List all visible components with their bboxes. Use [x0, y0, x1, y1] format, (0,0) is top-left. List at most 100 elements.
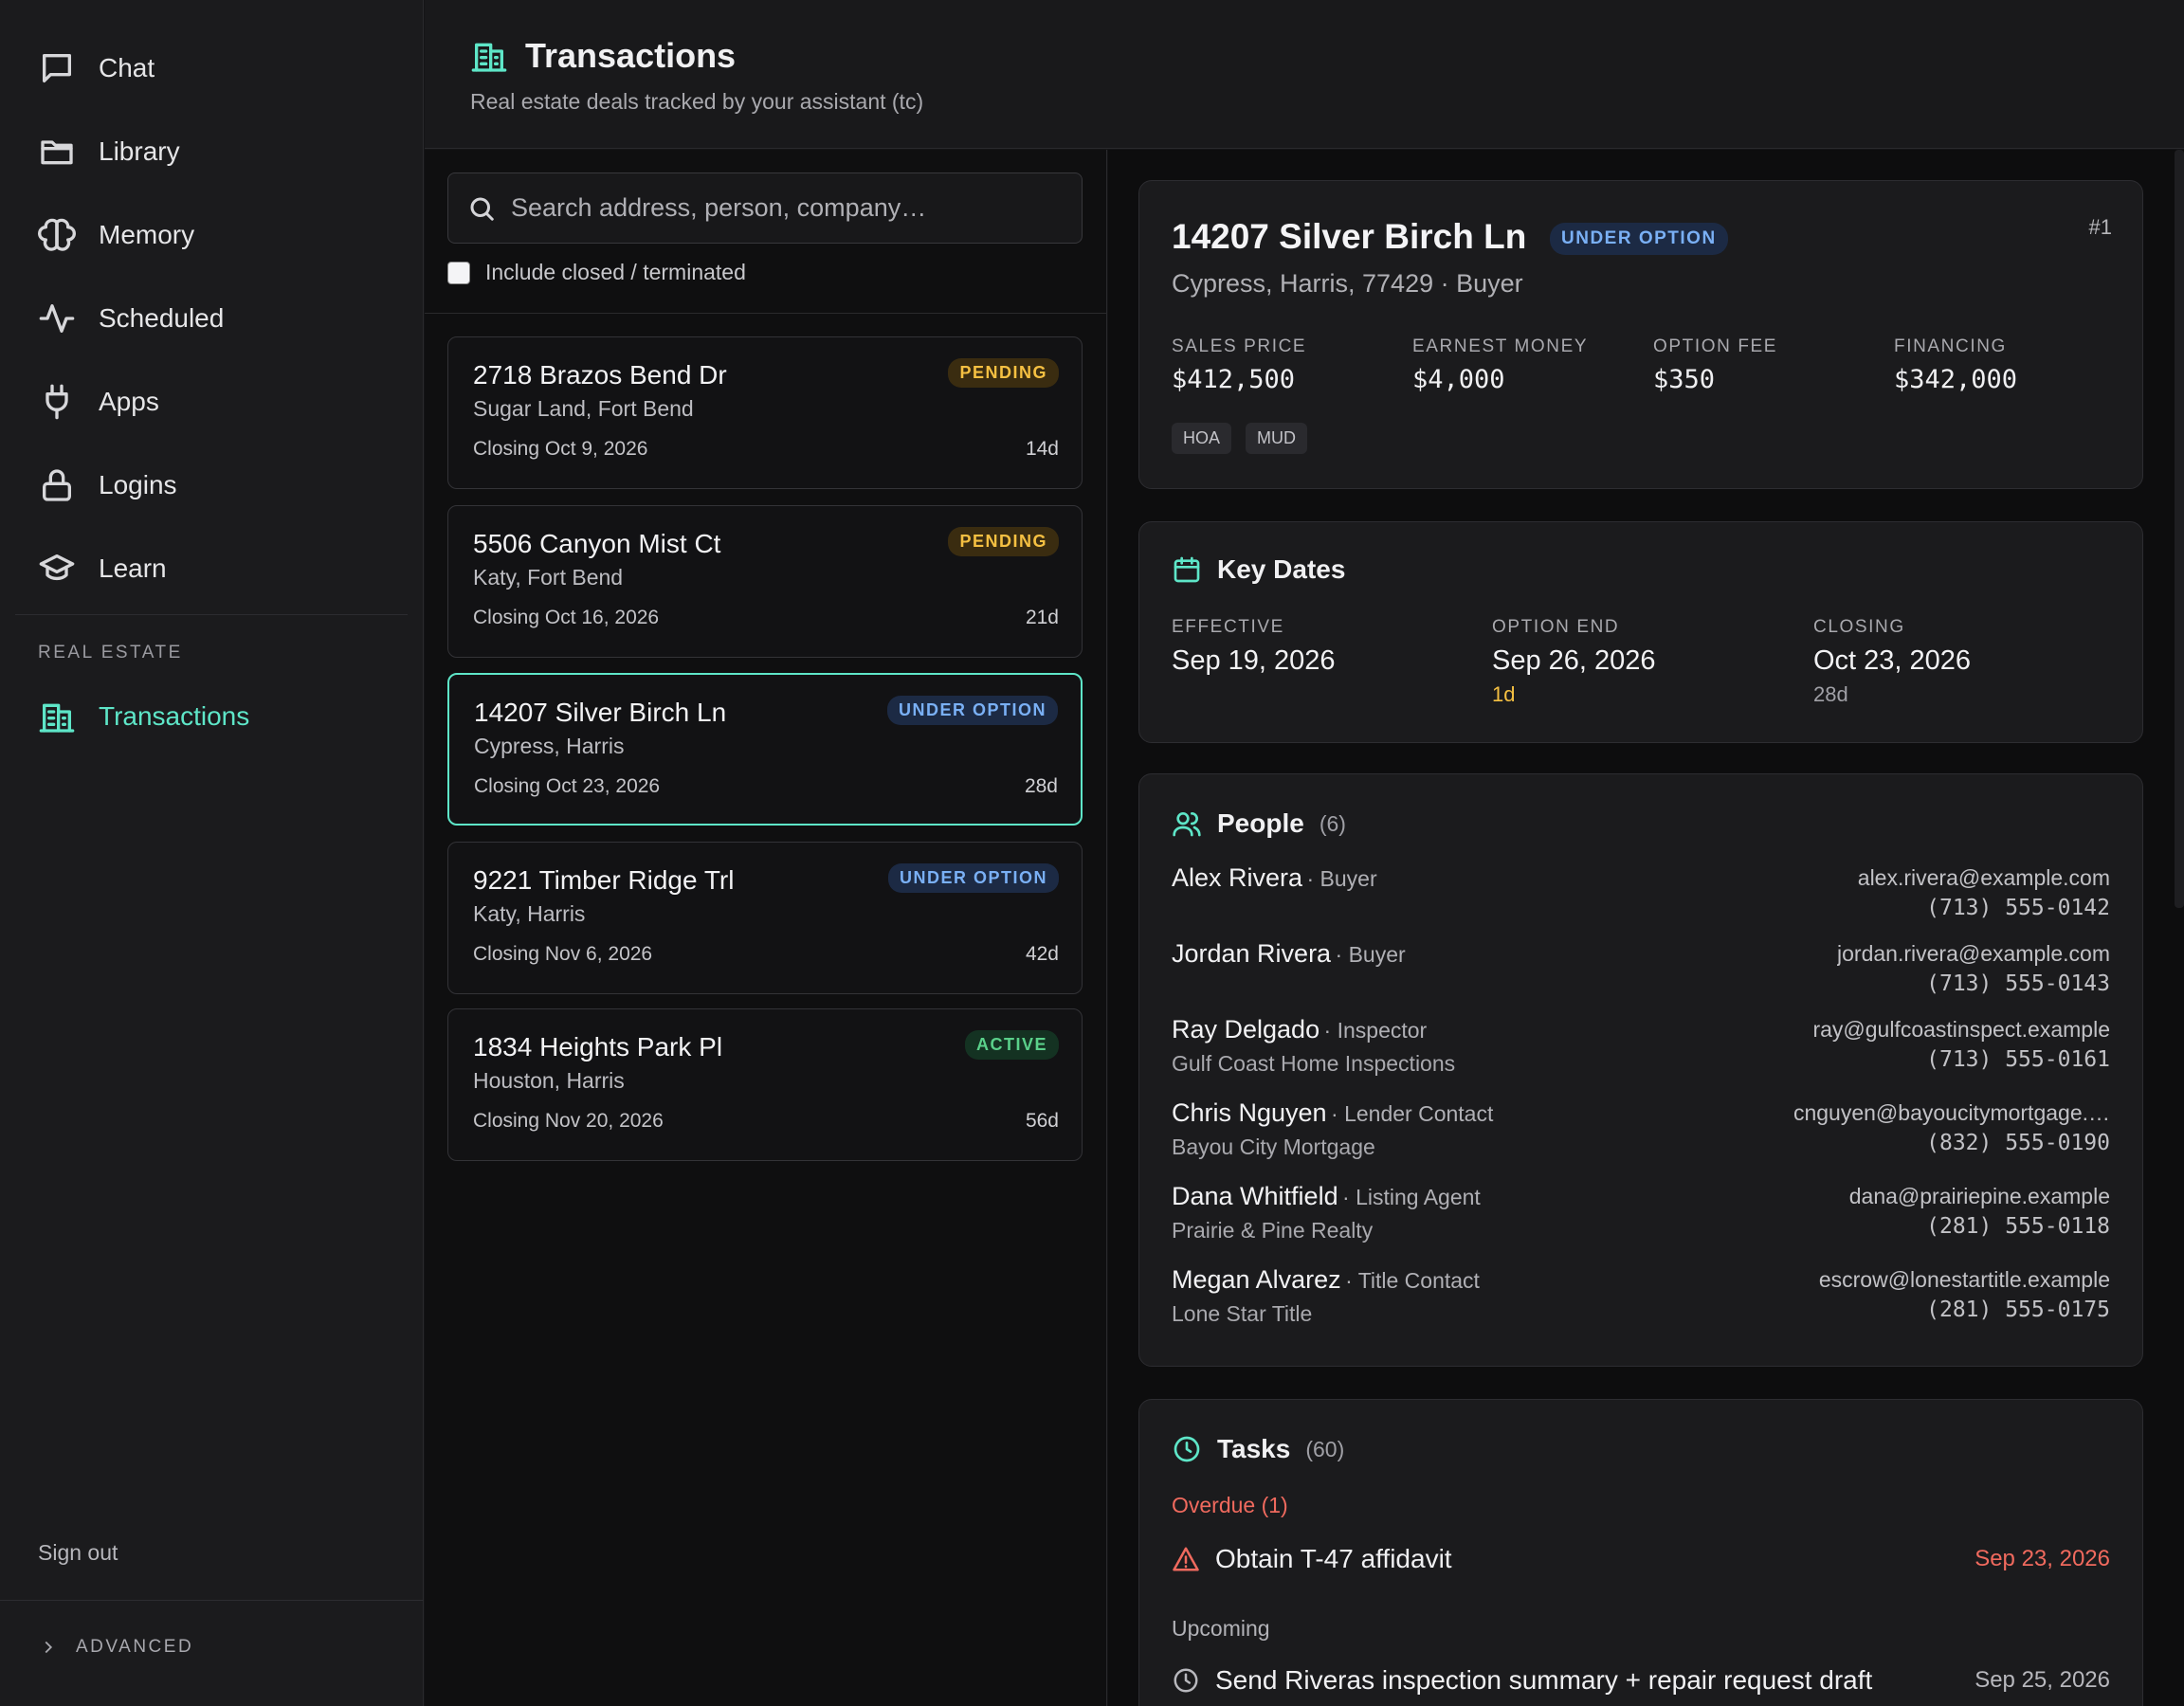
sidebar-item-logins[interactable]: Logins: [36, 457, 396, 514]
card-city: Sugar Land, Fort Bend: [473, 396, 694, 421]
card-address: 14207 Silver Birch Ln: [474, 698, 727, 727]
chat-icon: [36, 47, 78, 89]
person-role: · Listing Agent: [1342, 1185, 1481, 1209]
transaction-card[interactable]: 9221 Timber Ridge Trl UNDER OPTION Katy,…: [447, 842, 1083, 994]
transaction-card[interactable]: 1834 Heights Park Pl ACTIVE Houston, Har…: [447, 1008, 1083, 1161]
sidebar-item-library[interactable]: Library: [36, 123, 396, 180]
person-phone[interactable]: (713) 555-0143: [1926, 971, 2110, 996]
date-countdown: 28d: [1813, 682, 1848, 706]
search-input[interactable]: [511, 193, 1061, 223]
person-email[interactable]: cnguyen@bayoucitymortgage.…: [1793, 1100, 2110, 1126]
person-email[interactable]: dana@prairiepine.example: [1849, 1184, 2110, 1209]
person-row: Ray Delgado · Inspector Gulf Coast Home …: [1172, 1015, 2110, 1081]
signout-link[interactable]: Sign out: [38, 1540, 118, 1566]
person-row: Megan Alvarez · Title Contact Lone Star …: [1172, 1265, 2110, 1332]
plug-icon: [36, 381, 78, 423]
stat-value: $4,000: [1412, 365, 1505, 394]
person-name: Megan Alvarez: [1172, 1265, 1341, 1294]
person-row: Chris Nguyen · Lender Contact Bayou City…: [1172, 1098, 2110, 1165]
sidebar-item-scheduled[interactable]: Scheduled: [36, 290, 396, 347]
card-address: 2718 Brazos Bend Dr: [473, 360, 727, 390]
people-title: People: [1217, 808, 1304, 838]
date-label: CLOSING: [1813, 617, 1905, 637]
tasks-title: Tasks: [1217, 1434, 1291, 1463]
transaction-detail-panel: 14207 Silver Birch Ln UNDER OPTION #1 Cy…: [1108, 150, 2184, 1706]
person-role: · Title Contact: [1345, 1268, 1480, 1293]
brain-icon: [36, 214, 78, 256]
list-divider: [425, 313, 1107, 314]
sidebar-item-memory[interactable]: Memory: [36, 207, 396, 263]
person-email[interactable]: ray@gulfcoastinspect.example: [1812, 1017, 2110, 1043]
person-email[interactable]: jordan.rivera@example.com: [1837, 941, 2110, 967]
person-email[interactable]: escrow@lonestartitle.example: [1819, 1267, 2110, 1293]
clock-icon: [1174, 1668, 1198, 1693]
date-option-end: OPTION END Sep 26, 2026 1d: [1492, 617, 1656, 707]
transaction-card[interactable]: 2718 Brazos Bend Dr PENDING Sugar Land, …: [447, 336, 1083, 489]
transaction-list-panel: Include closed / terminated 2718 Brazos …: [425, 150, 1107, 1706]
key-dates-title: Key Dates: [1217, 554, 1346, 584]
sidebar-item-apps[interactable]: Apps: [36, 373, 396, 430]
sidebar-item-learn[interactable]: Learn: [36, 540, 396, 597]
detail-location: Cypress, Harris, 77429 · Buyer: [1172, 269, 1523, 299]
date-closing: CLOSING Oct 23, 2026 28d: [1813, 617, 1971, 707]
task-date: Sep 25, 2026: [1975, 1667, 2110, 1693]
card-closing: Closing Oct 23, 2026: [474, 775, 661, 797]
person-phone[interactable]: (713) 555-0161: [1926, 1047, 2110, 1072]
card-closing: Closing Nov 6, 2026: [473, 943, 653, 965]
advanced-toggle[interactable]: ADVANCED: [38, 1637, 193, 1658]
people-card: People (6) Alex Rivera · Buyer alex.rive…: [1138, 773, 2143, 1367]
person-phone[interactable]: (832) 555-0190: [1926, 1131, 2110, 1155]
task-row-upcoming[interactable]: Send Riveras inspection summary + repair…: [1172, 1661, 2110, 1699]
card-city: Houston, Harris: [473, 1068, 625, 1093]
tasks-count: (60): [1305, 1436, 1345, 1461]
status-badge: PENDING: [948, 358, 1059, 388]
status-badge: PENDING: [948, 527, 1059, 556]
search-icon: [470, 197, 494, 221]
include-closed-row[interactable]: Include closed / terminated: [447, 260, 746, 285]
sidebar: Chat Library Memory Scheduled Apps Login…: [0, 0, 424, 1706]
status-badge: UNDER OPTION: [1550, 223, 1728, 255]
stat-sales-price: SALES PRICE $412,500: [1172, 336, 1306, 394]
card-days: 14d: [1025, 438, 1059, 460]
card-days: 56d: [1025, 1110, 1059, 1132]
page-subtitle: Real estate deals tracked by your assist…: [470, 89, 924, 114]
card-days: 21d: [1025, 607, 1059, 628]
detail-address: 14207 Silver Birch Ln: [1172, 217, 1527, 256]
sidebar-item-label: Chat: [99, 53, 155, 82]
person-role: · Lender Contact: [1331, 1101, 1494, 1126]
person-name: Ray Delgado: [1172, 1015, 1320, 1044]
card-city: Cypress, Harris: [474, 734, 625, 758]
card-address: 1834 Heights Park Pl: [473, 1032, 723, 1062]
page-header: Transactions Real estate deals tracked b…: [425, 0, 2184, 149]
person-phone[interactable]: (713) 555-0142: [1926, 896, 2110, 920]
person-company: Gulf Coast Home Inspections: [1172, 1051, 1456, 1076]
detail-location-text: Cypress, Harris, 77429: [1172, 269, 1434, 298]
warning-icon: [1173, 1547, 1199, 1571]
include-closed-checkbox[interactable]: [447, 261, 470, 284]
status-badge: UNDER OPTION: [886, 696, 1058, 725]
sidebar-item-chat[interactable]: Chat: [36, 40, 396, 97]
search-box[interactable]: [447, 172, 1083, 244]
stat-financing: FINANCING $342,000: [1894, 336, 2017, 394]
graduation-cap-icon: [36, 548, 78, 590]
person-company: Lone Star Title: [1172, 1301, 1313, 1326]
person-phone[interactable]: (281) 555-0175: [1926, 1298, 2110, 1322]
person-company: Bayou City Mortgage: [1172, 1134, 1375, 1159]
users-icon: [1173, 812, 1201, 837]
folder-icon: [36, 131, 78, 172]
transaction-card-selected[interactable]: 14207 Silver Birch Ln UNDER OPTION Cypre…: [447, 673, 1083, 826]
task-row-overdue[interactable]: Obtain T-47 affidavit Sep 23, 2026: [1172, 1540, 2110, 1578]
scrollbar[interactable]: [2175, 150, 2184, 908]
task-date: Sep 23, 2026: [1975, 1546, 2110, 1571]
sidebar-item-transactions[interactable]: Transactions: [36, 688, 396, 745]
stat-value: $350: [1653, 365, 1716, 394]
card-address: 9221 Timber Ridge Trl: [473, 865, 735, 895]
person-phone[interactable]: (281) 555-0118: [1926, 1214, 2110, 1239]
sidebar-item-label: Apps: [99, 387, 159, 416]
summary-card: 14207 Silver Birch Ln UNDER OPTION #1 Cy…: [1138, 180, 2143, 489]
transaction-card[interactable]: 5506 Canyon Mist Ct PENDING Katy, Fort B…: [447, 505, 1083, 658]
date-value: Oct 23, 2026: [1813, 645, 1972, 676]
upcoming-label: Upcoming: [1172, 1616, 1270, 1641]
person-email[interactable]: alex.rivera@example.com: [1858, 865, 2110, 891]
overdue-label: Overdue (1): [1172, 1493, 1288, 1517]
